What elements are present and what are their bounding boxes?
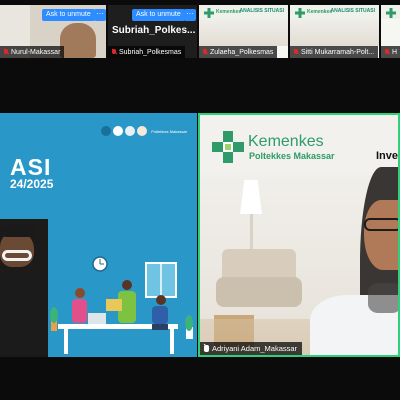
- kemenkes-cross-logo: [212, 131, 244, 163]
- participant-name: Sitti Mukarramah-Polt...: [290, 46, 379, 58]
- mic-muted-icon: [293, 49, 299, 56]
- glasses: [2, 250, 32, 261]
- shared-screen-panel[interactable]: Poltekkes Makassar ASI 24/2025: [0, 113, 197, 357]
- mic-muted-icon: [384, 49, 390, 56]
- mic-muted-icon: [204, 345, 209, 352]
- mic-muted-icon: [202, 49, 208, 56]
- active-speaker-panel[interactable]: Kemenkes Poltekkes Makassar Inve Adriyan…: [198, 113, 400, 357]
- ask-to-unmute-button[interactable]: Ask to unmute: [42, 9, 95, 21]
- more-options-icon[interactable]: ···: [94, 9, 106, 21]
- slide-heading: Inve: [376, 150, 399, 162]
- participant-video: [60, 23, 96, 58]
- participant-tile-nurul[interactable]: Ask to unmute ··· Nurul-Makassar: [0, 5, 106, 58]
- participant-tile-sitti[interactable]: Kemenkes ANALISIS SITUASI Sitti Mukarram…: [290, 5, 379, 58]
- participant-tile-zulaeha[interactable]: Kemenkes ANALISIS SITUASI Zulaeha_Polkes…: [199, 5, 288, 58]
- glasses: [364, 218, 398, 231]
- presenter-video: [0, 219, 48, 357]
- participant-name: Nurul-Makassar: [0, 46, 65, 58]
- participant-tile-subriah[interactable]: Ask to unmute ··· Subriah_Polkes... Subr…: [108, 5, 197, 58]
- participant-strip: Ask to unmute ··· Nurul-Makassar Ask to …: [0, 5, 400, 58]
- kemenkes-subtitle: Poltekkes Makassar: [249, 151, 335, 161]
- zoom-gallery-view: Ask to unmute ··· Nurul-Makassar Ask to …: [0, 0, 400, 400]
- ask-to-unmute-button[interactable]: Ask to unmute: [132, 9, 185, 21]
- participant-tile-partial[interactable]: H: [381, 5, 400, 58]
- participant-name: Zulaeha_Polkesmas: [199, 46, 278, 58]
- participant-name: H: [381, 46, 400, 58]
- more-options-icon[interactable]: ···: [184, 9, 196, 21]
- kemenkes-wordmark: Kemenkes: [248, 133, 324, 150]
- participant-display-name: Subriah_Polkes...: [112, 25, 196, 36]
- active-speaker-name: Adriyani Adam_Makassar: [200, 342, 303, 355]
- mic-muted-icon: [3, 49, 9, 56]
- speaker-face: [364, 200, 398, 270]
- mic-muted-icon: [111, 49, 117, 56]
- participant-name: Subriah_Polkesmas: [108, 46, 186, 58]
